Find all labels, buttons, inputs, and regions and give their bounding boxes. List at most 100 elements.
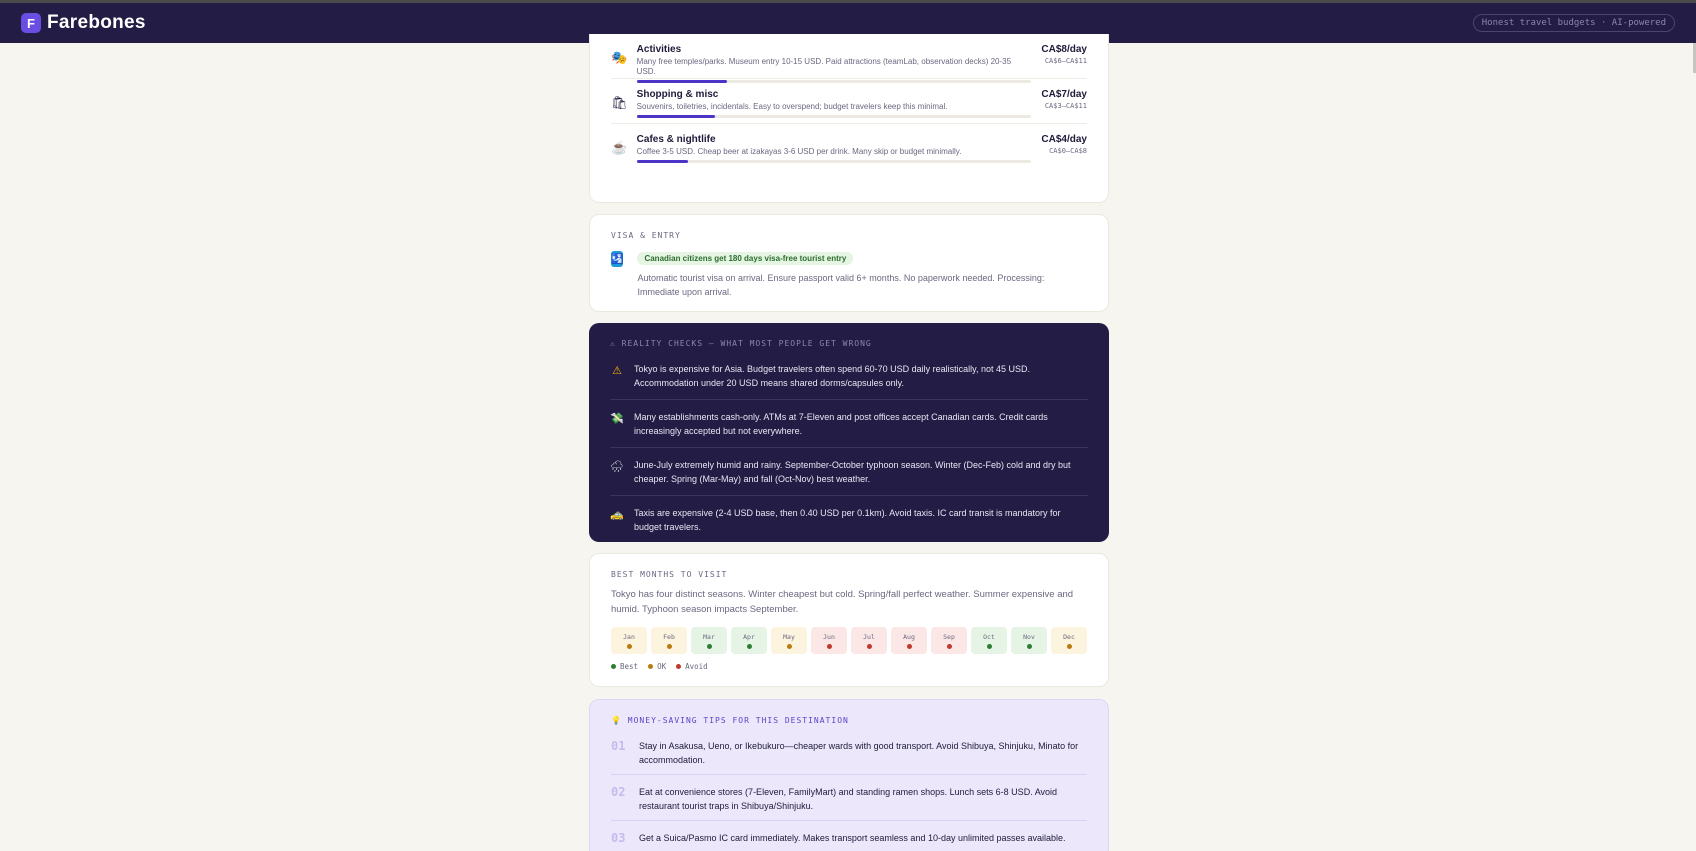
taxi-icon: 🚕	[610, 509, 624, 521]
month-rating-dot	[866, 643, 872, 649]
cost-range: CA$0–CA$8	[1049, 147, 1087, 155]
month-rating-dot	[706, 643, 712, 649]
cost-bar-fill	[636, 160, 688, 163]
tip-text: Get a Suica/Pasmo IC card immediately. M…	[639, 833, 1066, 843]
tip-item: 02 Eat at convenience stores (7-Eleven, F…	[611, 775, 1087, 821]
month-mar: Mar	[691, 627, 727, 654]
month-rating-dot	[666, 643, 672, 649]
shopping-bag-icon: 🛍	[611, 95, 628, 110]
cost-category-description: Souvenirs, toiletries, incidentals. Easy…	[636, 102, 948, 111]
cost-bar-track	[636, 80, 1031, 83]
cost-breakdown-card: 🎭 Activities Many free temples/parks. Muse…	[589, 34, 1109, 203]
month-calendar: Jan Feb Mar Apr May Jun Jul Aug Sep Oct Nov Dec	[611, 627, 1087, 654]
reality-checks-card: ⚠ REALITY CHECKS — WHAT MOST PEOPLE GET …	[589, 323, 1109, 542]
month-rating-dot	[746, 643, 752, 649]
month-name: Oct	[983, 632, 995, 641]
theater-masks-icon: 🎭	[611, 50, 628, 65]
month-name: Feb	[663, 632, 675, 641]
month-may: May	[771, 627, 807, 654]
cost-range: CA$6–CA$11	[1044, 57, 1087, 65]
cost-category-description: Coffee 3-5 USD. Cheap beer at izakayas 3…	[636, 147, 962, 156]
cost-category-description: Many free temples/parks. Museum entry 10…	[636, 57, 1012, 76]
cost-category-main: Activities Many free temples/parks. Museu…	[636, 44, 1031, 83]
cost-range: CA$3–CA$11	[1044, 102, 1087, 110]
visa-section-label: VISA & ENTRY	[611, 231, 681, 240]
cost-category-main: Cafes & nightlife Coffee 3-5 USD. Cheap b…	[636, 134, 1031, 163]
month-rating-dot	[626, 643, 632, 649]
visa-status-badge: Canadian citizens get 180 days visa-free…	[637, 252, 854, 265]
month-nov: Nov	[1011, 627, 1047, 654]
months-description: Tokyo has four distinct seasons. Winter …	[611, 589, 1074, 615]
tip-text: Eat at convenience stores (7-Eleven, Fam…	[639, 787, 1058, 811]
tagline-pill: Honest travel budgets · AI-powered	[1472, 14, 1675, 32]
logo-icon: F	[21, 13, 41, 33]
month-feb: Feb	[651, 627, 687, 654]
month-rating-dot	[1066, 643, 1072, 649]
month-name: Dec	[1063, 632, 1075, 641]
month-oct: Oct	[971, 627, 1007, 654]
reality-check-text: Tokyo is expensive for Asia. Budget trav…	[634, 364, 1031, 388]
tip-text: Stay in Asakusa, Ueno, or Ikebukuro—chea…	[639, 741, 1079, 765]
reality-check-item: 💸 Many establishments cash-only. ATMs at …	[610, 400, 1088, 448]
tip-number: 02	[611, 785, 626, 799]
brand[interactable]: F Farebones	[21, 12, 146, 34]
legend-ok: OK	[648, 662, 666, 671]
month-name: Mar	[703, 632, 715, 641]
lightbulb-icon: 💡	[611, 716, 622, 725]
month-dec: Dec	[1051, 627, 1087, 654]
month-name: Jan	[623, 632, 635, 641]
month-name: Jul	[863, 632, 875, 641]
cost-bar-fill	[636, 115, 716, 118]
cost-category-row: ☕ Cafes & nightlife Coffee 3-5 USD. Cheap …	[611, 124, 1087, 169]
tip-item: 01 Stay in Asakusa, Ueno, or Ikebukuro—ch…	[611, 729, 1087, 775]
months-section-label: BEST MONTHS TO VISIT	[611, 570, 728, 579]
cost-bar-track	[636, 115, 1031, 118]
month-apr: Apr	[731, 627, 767, 654]
month-aug: Aug	[891, 627, 927, 654]
month-jan: Jan	[611, 627, 647, 654]
month-rating-dot	[826, 643, 832, 649]
tip-number: 03	[611, 831, 626, 845]
month-rating-dot	[946, 643, 952, 649]
month-rating-dot	[786, 643, 792, 649]
cost-bar-track	[636, 160, 1031, 163]
warning-icon: ⚠	[612, 365, 622, 377]
month-name: Sep	[943, 632, 955, 641]
cost-category-title: Shopping & misc	[636, 89, 719, 100]
reality-check-item: 🚕 Taxis are expensive (2-4 USD base, then…	[610, 496, 1088, 543]
month-name: Aug	[903, 632, 915, 641]
cost-bar-fill	[636, 80, 728, 83]
month-jun: Jun	[811, 627, 847, 654]
legend-avoid-dot	[676, 664, 682, 669]
cost-amount: CA$4/day CA$0–CA$8	[1039, 134, 1087, 155]
legend-best: Best	[611, 662, 638, 671]
reality-check-text: Taxis are expensive (2-4 USD base, then …	[634, 508, 1061, 532]
cost-amount: CA$8/day CA$6–CA$11	[1039, 44, 1087, 65]
best-months-card: BEST MONTHS TO VISIT Tokyo has four dist…	[589, 553, 1109, 687]
coffee-icon: ☕	[611, 140, 628, 155]
cost-category-title: Cafes & nightlife	[636, 134, 716, 145]
brand-name: Farebones	[47, 12, 146, 33]
tips-section-label: 💡 MONEY-SAVING TIPS FOR THIS DESTINATION	[611, 716, 849, 725]
money-saving-tips-card: 💡 MONEY-SAVING TIPS FOR THIS DESTINATION…	[589, 699, 1109, 851]
reality-check-item: ⚠ Tokyo is expensive for Asia. Budget tra…	[610, 352, 1088, 400]
cost-per-day: CA$4/day	[1041, 134, 1087, 145]
reality-check-text: June-July extremely humid and rainy. Sep…	[634, 460, 1071, 484]
legend-avoid: Avoid	[676, 662, 708, 671]
legend-best-dot	[611, 664, 616, 669]
month-jul: Jul	[851, 627, 887, 654]
month-name: Apr	[743, 632, 755, 641]
cost-category-row: 🛍 Shopping & misc Souvenirs, toiletries, i…	[611, 79, 1087, 124]
month-name: Nov	[1023, 632, 1035, 641]
visa-details: Automatic tourist visa on arrival. Ensur…	[637, 273, 1045, 297]
money-wings-icon: 💸	[610, 413, 624, 425]
reality-section-label: ⚠ REALITY CHECKS — WHAT MOST PEOPLE GET …	[610, 339, 872, 348]
month-rating-dot	[986, 643, 992, 649]
cost-category-row: 🎭 Activities Many free temples/parks. Muse…	[611, 34, 1087, 83]
legend-ok-dot	[648, 664, 654, 669]
month-name: Jun	[823, 632, 835, 641]
tip-number: 01	[611, 739, 626, 753]
visa-entry-card: VISA & ENTRY 🛂 Canadian citizens get 180…	[589, 214, 1109, 312]
tip-item: 03 Get a Suica/Pasmo IC card immediately.…	[611, 821, 1087, 851]
month-sep: Sep	[931, 627, 967, 654]
